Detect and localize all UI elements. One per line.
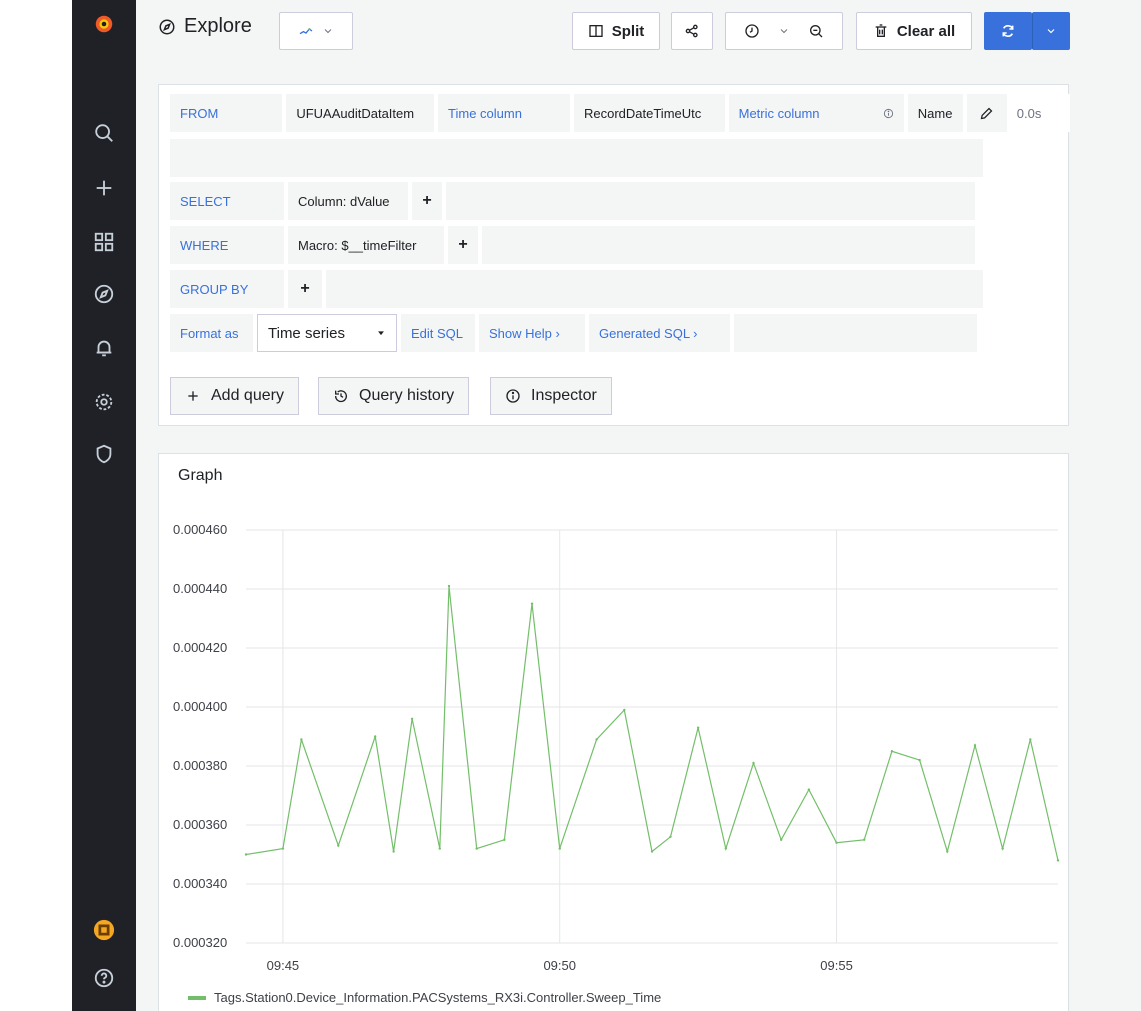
sidebar (72, 0, 136, 1011)
y-tick-label: 0.000380 (173, 758, 227, 773)
data-point (558, 847, 561, 850)
bell-alerting-icon[interactable] (72, 330, 136, 366)
help-icon[interactable] (72, 960, 136, 996)
data-point (392, 850, 395, 853)
y-tick-label: 0.000340 (173, 876, 227, 891)
data-point (779, 838, 783, 841)
data-point (410, 717, 414, 720)
y-tick-label: 0.000400 (173, 699, 227, 714)
legend-swatch (188, 995, 206, 1000)
data-point (807, 788, 811, 791)
data-point (890, 750, 894, 753)
plus-icon[interactable] (72, 170, 136, 206)
graph-chart[interactable]: 0.000320 0.000340 0.000360 0.000380 0.000400… (136, 0, 1141, 1011)
data-point (669, 835, 672, 838)
y-tick-label: 0.000360 (173, 817, 227, 832)
y-tick-label: 0.000420 (173, 640, 227, 655)
y-tick-label: 0.000320 (173, 935, 227, 950)
data-point (475, 847, 478, 850)
data-point (438, 847, 441, 850)
data-point (752, 761, 755, 765)
data-point (337, 844, 340, 847)
data-point (1056, 859, 1060, 862)
data-point (373, 735, 377, 738)
y-tick-label: 0.000460 (173, 522, 227, 537)
gear-icon[interactable] (72, 384, 136, 420)
legend-series-name: Tags.Station0.Device_Information.PACSyst… (214, 990, 662, 1005)
search-icon[interactable] (72, 115, 136, 151)
grafana-logo-icon[interactable] (72, 6, 136, 42)
data-point (946, 850, 949, 853)
data-point (300, 738, 303, 741)
dashboards-icon[interactable] (72, 224, 136, 260)
data-point (530, 602, 534, 605)
x-tick-label: 09:55 (820, 958, 853, 973)
data-point (863, 838, 866, 841)
explore-compass-icon[interactable] (72, 276, 136, 312)
y-tick-label: 0.000440 (173, 581, 227, 596)
x-tick-label: 09:45 (267, 958, 300, 973)
data-point (281, 847, 285, 850)
data-point (973, 744, 977, 747)
data-point (724, 847, 728, 850)
x-tick-label: 09:50 (543, 958, 576, 973)
avatar[interactable] (72, 912, 136, 948)
data-point (1029, 738, 1032, 741)
series-line (245, 586, 1059, 861)
graph-legend[interactable]: Tags.Station0.Device_Information.PACSyst… (188, 990, 661, 1005)
data-point (1001, 847, 1004, 850)
data-point (447, 584, 451, 588)
data-point (595, 738, 598, 741)
data-point (918, 758, 921, 762)
data-point (623, 708, 626, 712)
data-point (835, 841, 838, 844)
data-point (503, 838, 506, 841)
main-content: Explore Split Clear all FROM UFUAAuditDa… (136, 0, 1141, 1011)
data-point (650, 850, 654, 853)
shield-icon[interactable] (72, 436, 136, 472)
data-point (696, 726, 700, 729)
data-point (244, 853, 248, 856)
